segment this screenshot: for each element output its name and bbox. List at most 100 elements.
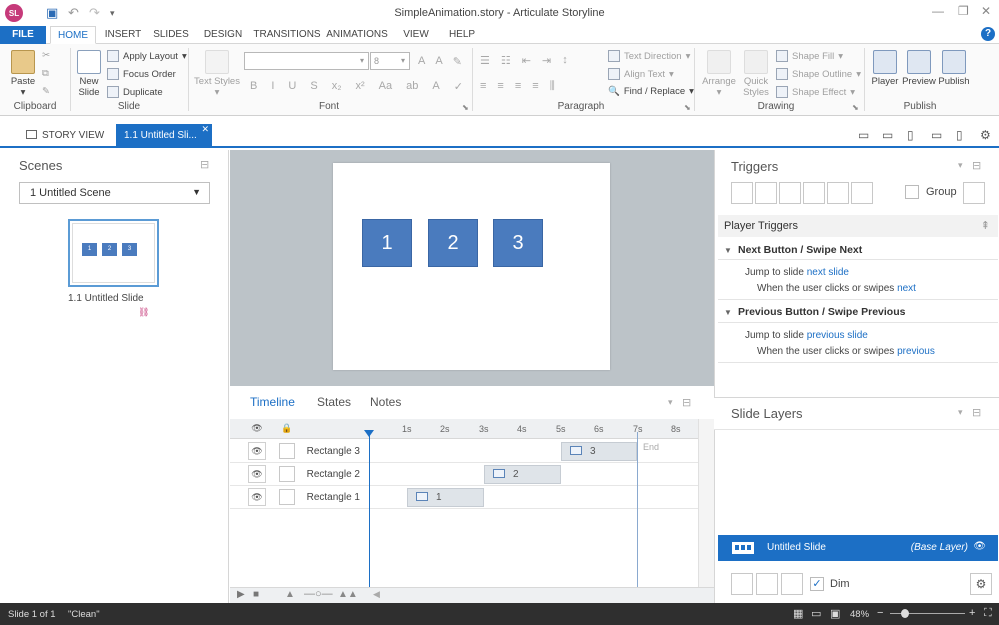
story-view-tab[interactable]: STORY VIEW: [20, 124, 112, 148]
eye-icon[interactable]: 👁: [248, 420, 266, 438]
collapse-icon[interactable]: ⇞: [981, 219, 990, 232]
font-color-icon[interactable]: A: [432, 80, 439, 93]
increase-indent-icon[interactable]: ⇥: [542, 54, 551, 67]
new-slide-button[interactable]: New Slide: [74, 50, 104, 98]
eye-icon[interactable]: 👁: [973, 541, 986, 552]
highlight-icon[interactable]: ab: [406, 80, 418, 93]
timeline-bar[interactable]: 3: [561, 442, 637, 461]
subscript-icon[interactable]: x₂: [332, 80, 342, 93]
arrange-button[interactable]: Arrange ▾: [700, 50, 738, 98]
undo-icon[interactable]: ↶: [68, 5, 79, 21]
font-family-input[interactable]: ▾: [244, 52, 369, 70]
group-checkbox[interactable]: [905, 185, 919, 199]
shape-effect-button[interactable]: Shape Effect ▾: [776, 86, 855, 98]
decrease-indent-icon[interactable]: ⇤: [522, 54, 531, 67]
settings-gear-icon[interactable]: ⚙: [980, 128, 991, 142]
timeline-vertical-scrollbar[interactable]: [698, 419, 714, 587]
format-painter-icon[interactable]: ✎: [42, 86, 50, 97]
layer-properties-gear-icon[interactable]: ⚙: [970, 573, 992, 595]
trigger-event[interactable]: ▼ Next Button / Swipe Next: [724, 244, 862, 256]
tablet-landscape-icon[interactable]: ▭: [882, 128, 893, 142]
shrink-font-icon[interactable]: A: [435, 55, 442, 68]
play-icon[interactable]: ▶: [237, 589, 245, 600]
phone-portrait-icon[interactable]: ▯: [956, 128, 963, 142]
desktop-preview-icon[interactable]: ▭: [858, 128, 869, 142]
player-triggers-header[interactable]: Player Triggers ⇞: [718, 215, 998, 237]
find-replace-button[interactable]: 🔍 Find / Replace ▾: [608, 86, 694, 97]
base-layer-item[interactable]: Untitled Slide (Base Layer) 👁: [718, 535, 998, 561]
panel-menu-icon[interactable]: ▾: [958, 407, 963, 418]
panel-pin-icon[interactable]: ⊟: [972, 159, 981, 172]
cut-icon[interactable]: ✂: [42, 50, 50, 61]
panel-menu-icon[interactable]: ▾: [958, 160, 963, 171]
columns-icon[interactable]: ⫼: [550, 80, 555, 93]
customize-toolbar-icon[interactable]: ▾: [110, 8, 115, 19]
save-icon[interactable]: ▣: [46, 5, 58, 21]
zoom-out-icon[interactable]: −: [877, 607, 883, 619]
move-trigger-button[interactable]: [851, 182, 873, 204]
variables-button[interactable]: [963, 182, 985, 204]
bold-icon[interactable]: B: [250, 80, 257, 93]
focus-order-button[interactable]: Focus Order: [107, 68, 176, 80]
slide-tab[interactable]: 1.1 Untitled Sli... ✕: [116, 124, 212, 148]
tab-timeline[interactable]: Timeline: [250, 395, 295, 409]
paste-trigger-button[interactable]: [803, 182, 825, 204]
paste-button[interactable]: Paste ▾: [8, 50, 38, 98]
minimize-icon[interactable]: —: [932, 4, 944, 18]
preview-button[interactable]: Preview: [902, 50, 936, 87]
redo-icon[interactable]: ↷: [89, 5, 100, 21]
zoom-in-icon[interactable]: ▲▲: [338, 589, 358, 600]
text-direction-button[interactable]: Text Direction ▾: [608, 50, 690, 62]
clear-formatting-icon[interactable]: ✎: [453, 55, 462, 68]
align-center-icon[interactable]: ≡: [497, 80, 503, 93]
visibility-icon[interactable]: 👁: [248, 488, 266, 506]
tab-file[interactable]: FILE: [0, 26, 46, 44]
italic-icon[interactable]: I: [271, 80, 274, 93]
lock-icon[interactable]: 🔒: [278, 420, 296, 438]
justify-icon[interactable]: ≡: [532, 80, 538, 93]
underline-icon[interactable]: U: [288, 80, 296, 93]
grow-font-icon[interactable]: A: [418, 55, 425, 68]
tab-states[interactable]: States: [317, 395, 351, 409]
tab-design[interactable]: DESIGN: [200, 26, 246, 44]
timeline-bar[interactable]: 1: [407, 488, 484, 507]
numbering-icon[interactable]: ☷: [501, 54, 511, 67]
edit-trigger-button[interactable]: [755, 182, 777, 204]
slide-view-status-icon[interactable]: ▣: [830, 607, 840, 620]
tab-animations[interactable]: ANIMATIONS: [326, 26, 388, 44]
strikethrough-icon[interactable]: S: [310, 80, 317, 93]
paragraph-dialog-launcher-icon[interactable]: ⬊: [684, 103, 691, 112]
duplicate-button[interactable]: Duplicate: [107, 86, 163, 98]
quick-styles-button[interactable]: Quick Styles: [740, 50, 772, 98]
help-icon[interactable]: ?: [981, 27, 995, 41]
zoom-in-icon[interactable]: +: [969, 607, 975, 619]
phone-landscape-icon[interactable]: ▭: [931, 128, 942, 142]
panel-menu-icon[interactable]: ▾: [668, 397, 673, 408]
playhead[interactable]: [369, 432, 370, 603]
trigger-event[interactable]: ▼ Previous Button / Swipe Previous: [724, 306, 905, 318]
fit-window-icon[interactable]: ⛶: [984, 607, 992, 620]
scroll-left-icon[interactable]: ◀: [373, 589, 380, 600]
shape-fill-button[interactable]: Shape Fill ▾: [776, 50, 843, 62]
align-left-icon[interactable]: ≡: [480, 80, 486, 93]
visibility-icon[interactable]: 👁: [248, 442, 266, 460]
apply-layout-button[interactable]: Apply Layout ▾: [107, 50, 187, 62]
restore-icon[interactable]: ❐: [958, 4, 969, 18]
bullets-icon[interactable]: ☰: [480, 54, 490, 67]
tab-home[interactable]: HOME: [50, 26, 96, 44]
tab-slides[interactable]: SLIDES: [150, 26, 192, 44]
font-case-icon[interactable]: Aa: [379, 80, 392, 93]
player-button[interactable]: Player: [870, 50, 900, 87]
trigger-action[interactable]: Jump to slide previous slide: [745, 330, 868, 341]
new-layer-button[interactable]: [731, 573, 753, 595]
normal-view-status-icon[interactable]: ▭: [811, 607, 821, 620]
zoom-slider-icon[interactable]: —○—: [304, 588, 333, 600]
zoom-slider-thumb[interactable]: [901, 609, 909, 618]
text-styles-button[interactable]: Text Styles ▾: [192, 50, 242, 98]
tab-transitions[interactable]: TRANSITIONS: [252, 26, 322, 44]
rectangle-3[interactable]: 3: [493, 219, 543, 267]
rectangle-2[interactable]: 2: [428, 219, 478, 267]
panel-pin-icon[interactable]: ⊟: [682, 396, 691, 409]
slide-thumbnail[interactable]: 1 2 3: [68, 219, 159, 287]
align-right-icon[interactable]: ≡: [515, 80, 521, 93]
